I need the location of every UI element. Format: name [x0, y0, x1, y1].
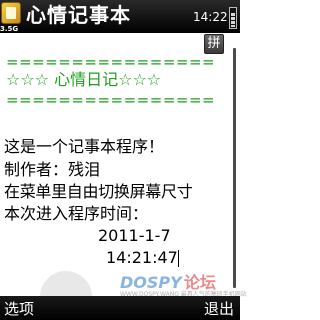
app-title: 心情记事本: [26, 3, 131, 27]
options-softkey[interactable]: 选项: [4, 300, 34, 318]
diary-heading: ☆☆☆ 心情日记☆☆☆: [6, 70, 162, 89]
notepad-icon: [1, 2, 21, 24]
separator-bottom: ================: [6, 91, 216, 109]
battery-icon: [229, 7, 237, 29]
note-line-2: 制作者：残泪: [4, 160, 101, 179]
watermark-logo-dospy: DOSPY: [120, 273, 182, 292]
separator-top: ================: [6, 53, 216, 71]
entry-date: 2011-1-7: [98, 226, 171, 245]
text-caret: [178, 250, 179, 267]
status-clock: 14:22: [193, 10, 228, 24]
watermark-logo-forum: 论坛: [184, 273, 217, 292]
note-line-1: 这是一个记事本程序！: [4, 137, 165, 156]
note-line-3: 在菜单里自由切换屏幕尺寸: [4, 182, 193, 201]
exit-softkey[interactable]: 退出: [204, 300, 234, 318]
entry-time: 14:21:47: [106, 248, 178, 267]
signal-3.5g-icon: 3.5G: [0, 25, 19, 33]
input-method-indicator: 拼: [204, 34, 224, 54]
note-line-4: 本次进入程序时间：: [4, 204, 149, 223]
scrollbar-thumb[interactable]: [233, 48, 236, 288]
